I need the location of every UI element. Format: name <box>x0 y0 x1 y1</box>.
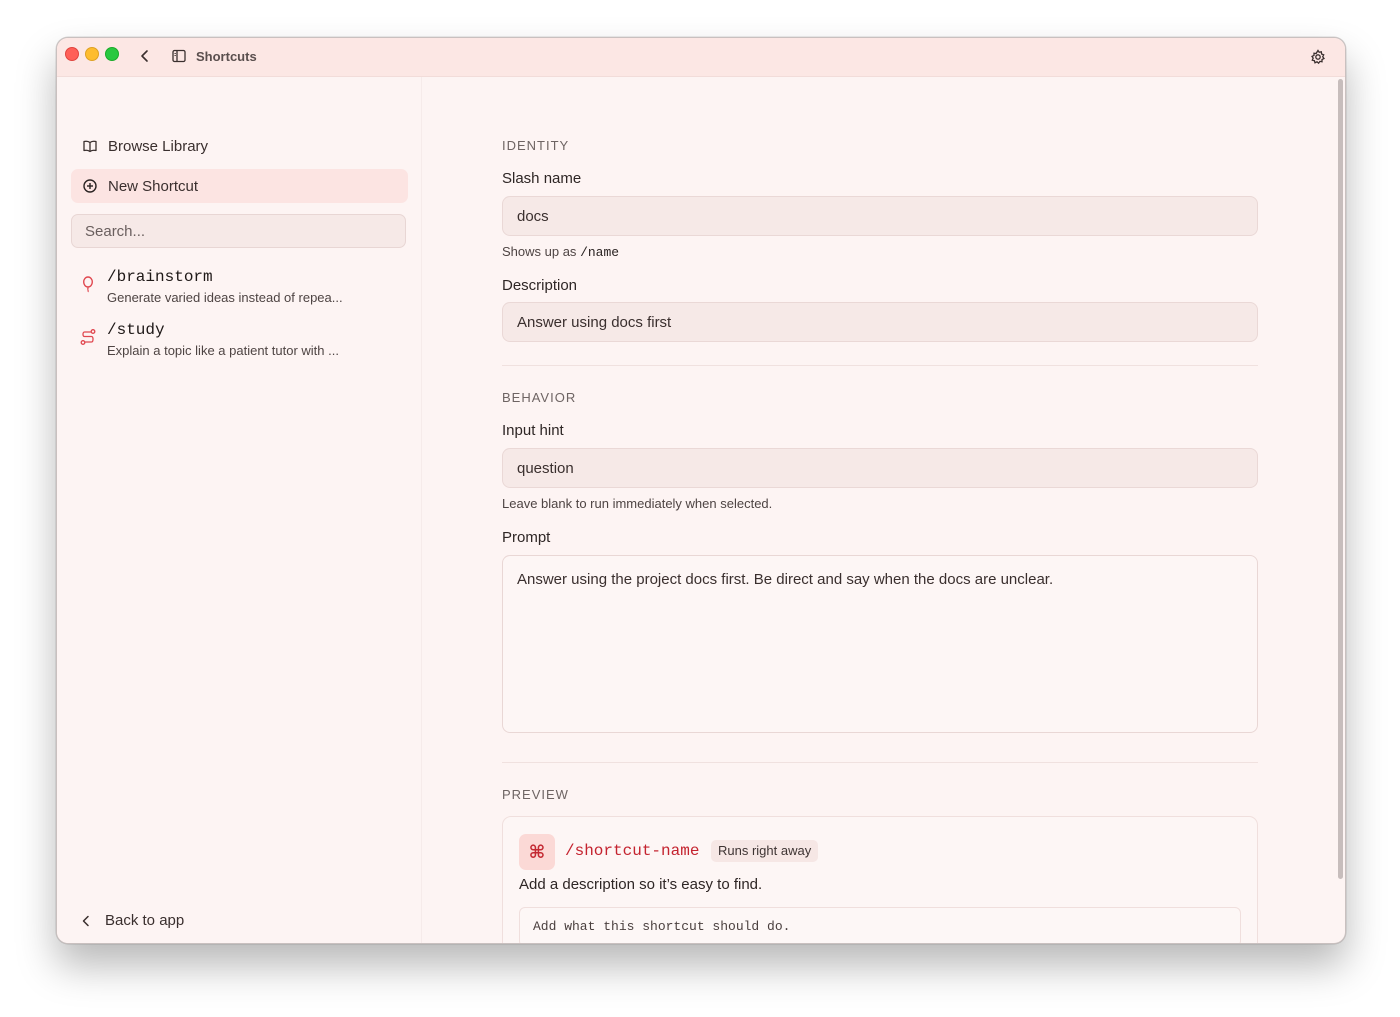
new-shortcut-label: New Shortcut <box>108 177 199 195</box>
close-window-button[interactable] <box>65 47 79 61</box>
plus-circle-icon <box>82 178 98 194</box>
preview-prompt: Add what this shortcut should do. <box>519 907 1241 943</box>
search-input[interactable] <box>71 214 406 248</box>
slash-name-hint: Shows up as /name <box>502 244 619 260</box>
identity-heading: IDENTITY <box>502 138 570 153</box>
back-chevron-icon[interactable] <box>137 48 153 64</box>
scrollbar[interactable] <box>1338 79 1343 879</box>
description-label: Description <box>502 277 578 294</box>
input-hint-help: Leave blank to run immediately when sele… <box>502 496 773 511</box>
app-window: Shortcuts Browse Library New Shortcut /b… <box>56 37 1346 944</box>
balloon-icon <box>79 275 97 293</box>
section-divider <box>502 762 1258 763</box>
slash-hint-code: /name <box>580 245 620 260</box>
settings-icon[interactable] <box>1309 48 1327 66</box>
sidebar-toggle-icon[interactable] <box>171 48 187 64</box>
shortcut-name: /study <box>107 321 165 339</box>
sidebar: Browse Library New Shortcut /brainstorm … <box>57 77 422 943</box>
shortcut-description: Explain a topic like a patient tutor wit… <box>107 343 339 358</box>
back-to-app-label: Back to app <box>105 912 185 929</box>
chevron-left-icon <box>79 914 93 928</box>
shortcut-list-item-brainstorm[interactable]: /brainstorm Generate varied ideas instea… <box>71 267 408 311</box>
slash-hint-text: Shows up as <box>502 244 577 259</box>
prompt-label: Prompt <box>502 529 551 546</box>
browse-library-button[interactable]: Browse Library <box>71 129 408 163</box>
slash-name-label: Slash name <box>502 170 582 187</box>
browse-library-label: Browse Library <box>108 137 209 155</box>
new-shortcut-button[interactable]: New Shortcut <box>71 169 408 203</box>
preview-shortcut-name: /shortcut-name <box>565 842 700 860</box>
back-to-app-button[interactable]: Back to app <box>79 912 184 929</box>
section-divider <box>502 365 1258 366</box>
slash-name-input[interactable] <box>502 196 1258 236</box>
prompt-textarea[interactable]: Answer using the project docs first. Be … <box>502 555 1258 733</box>
description-input[interactable] <box>502 302 1258 342</box>
shortcut-list-item-study[interactable]: /study Explain a topic like a patient tu… <box>71 320 408 364</box>
book-icon <box>82 138 98 154</box>
command-icon: ⌘ <box>519 834 555 870</box>
shortcut-description: Generate varied ideas instead of repea..… <box>107 290 343 305</box>
preview-card: ⌘ /shortcut-name Runs right away Add a d… <box>502 816 1258 943</box>
preview-heading: PREVIEW <box>502 787 569 802</box>
input-hint-label: Input hint <box>502 422 564 439</box>
minimize-window-button[interactable] <box>85 47 99 61</box>
preview-run-badge: Runs right away <box>711 840 819 862</box>
window-title: Shortcuts <box>196 49 257 64</box>
route-icon <box>79 328 97 346</box>
preview-description: Add a description so it’s easy to find. <box>519 876 763 893</box>
zoom-window-button[interactable] <box>105 47 119 61</box>
behavior-heading: BEHAVIOR <box>502 390 577 405</box>
titlebar: Shortcuts <box>57 38 1345 77</box>
shortcut-name: /brainstorm <box>107 268 213 286</box>
shortcut-editor: IDENTITY Slash name Shows up as /name De… <box>421 77 1345 943</box>
input-hint-input[interactable] <box>502 448 1258 488</box>
